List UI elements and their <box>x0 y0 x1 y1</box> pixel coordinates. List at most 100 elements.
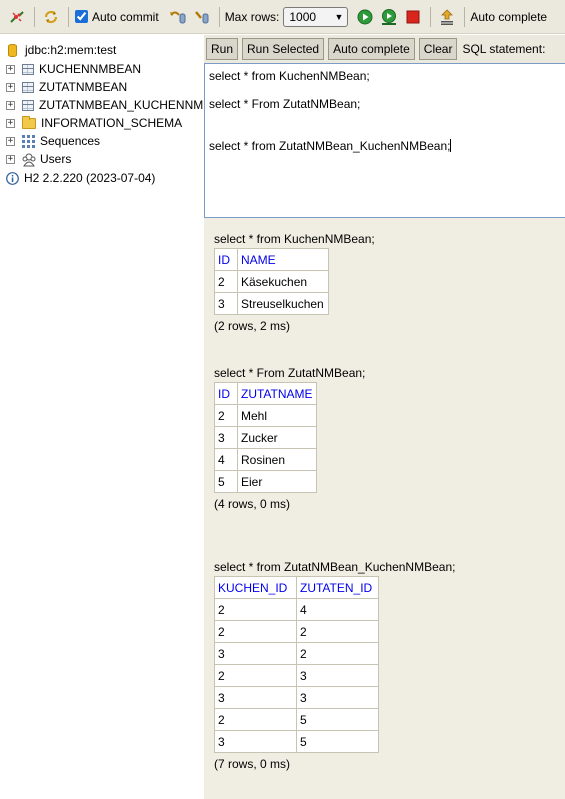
table-cell: Zucker <box>237 426 317 449</box>
table-cell: 5 <box>296 730 379 753</box>
info-icon <box>6 171 19 185</box>
table-header-row: ID ZUTATNAME <box>214 382 317 405</box>
column-header[interactable]: ID <box>214 382 238 405</box>
table-row: 3 Zucker <box>214 426 317 449</box>
table-cell: 2 <box>214 708 297 731</box>
run-selected-icon[interactable] <box>378 6 400 28</box>
column-header[interactable]: NAME <box>237 248 329 271</box>
table-row: 2 2 <box>214 620 379 643</box>
database-icon <box>8 43 17 57</box>
auto-complete-toolbar-label[interactable]: Auto complete <box>470 10 547 24</box>
table-cell: 5 <box>296 708 379 731</box>
table-cell: 3 <box>214 686 297 709</box>
column-header[interactable]: ZUTATEN_ID <box>296 576 379 599</box>
table-row: 3 3 <box>214 686 379 709</box>
column-header[interactable]: ID <box>214 248 238 271</box>
table-cell: 2 <box>214 664 297 687</box>
expand-icon[interactable]: + <box>6 136 15 146</box>
sql-line: select * from KuchenNMBean; <box>209 69 370 83</box>
users-icon <box>22 153 36 166</box>
toolbar-separator <box>218 6 220 27</box>
toolbar-separator <box>464 6 466 27</box>
table-cell: 3 <box>214 292 238 315</box>
table-row: 2 Käsekuchen <box>214 270 329 293</box>
table-cell: Streuselkuchen <box>237 292 329 315</box>
table-row: 2 4 <box>214 598 379 621</box>
connection-url: jdbc:h2:mem:test <box>25 43 117 57</box>
result-table: KUCHEN_ID ZUTATEN_ID 2 4 2 2 3 2 2 3 3 3 <box>214 576 379 753</box>
table-cell: 2 <box>296 620 379 643</box>
chevron-down-icon: ▼ <box>334 11 344 22</box>
folder-icon <box>22 115 36 129</box>
commit-icon[interactable] <box>191 6 213 28</box>
table-row: 2 5 <box>214 708 379 731</box>
table-cell: 3 <box>296 664 379 687</box>
max-rows-value: 1000 <box>289 9 317 24</box>
sql-line: select * From ZutatNMBean; <box>209 97 361 111</box>
rollback-icon[interactable] <box>167 6 189 28</box>
table-icon <box>22 99 34 111</box>
result-table: ID ZUTATNAME 2 Mehl 3 Zucker 4 Rosinen 5… <box>214 382 317 493</box>
disconnect-icon[interactable] <box>6 6 28 28</box>
auto-commit-input[interactable] <box>75 10 88 23</box>
table-row: 4 Rosinen <box>214 448 317 471</box>
auto-complete-button[interactable]: Auto complete <box>328 38 415 60</box>
expand-icon[interactable]: + <box>6 118 15 128</box>
result-query: select * From ZutatNMBean; <box>214 366 366 380</box>
expand-icon[interactable]: + <box>6 100 15 110</box>
table-cell: Käsekuchen <box>237 270 329 293</box>
column-header[interactable]: KUCHEN_ID <box>214 576 297 599</box>
run-selected-button[interactable]: Run Selected <box>242 38 325 60</box>
refresh-icon[interactable] <box>40 6 62 28</box>
tree-item-schema[interactable]: + INFORMATION_SCHEMA <box>0 114 182 132</box>
sql-blank-line <box>209 125 565 139</box>
table-row: 2 3 <box>214 664 379 687</box>
column-header[interactable]: ZUTATNAME <box>237 382 317 405</box>
users-label: Users <box>40 152 72 166</box>
table-icon <box>22 81 34 93</box>
run-button[interactable]: Run <box>206 38 239 60</box>
table-cell: 3 <box>296 686 379 709</box>
table-name: ZUTATNMBEAN <box>39 80 128 94</box>
tree-item-table[interactable]: + ZUTATNMBEAN_KUCHENNM <box>0 96 203 114</box>
result-footer: (7 rows, 0 ms) <box>214 757 291 771</box>
expand-icon[interactable]: + <box>6 154 15 164</box>
sequences-label: Sequences <box>40 134 101 148</box>
table-icon <box>22 63 34 75</box>
run-icon[interactable] <box>354 6 376 28</box>
toolbar: Auto commit Max rows: 1000 ▼ Auto comple… <box>0 0 565 34</box>
table-cell: 2 <box>214 620 297 643</box>
query-bar: Run Run Selected Auto complete Clear SQL… <box>204 35 565 63</box>
auto-commit-label: Auto commit <box>92 9 159 24</box>
table-cell: 4 <box>296 598 379 621</box>
tree-item-table[interactable]: + KUCHENNMBEAN <box>0 60 141 78</box>
table-cell: 4 <box>214 448 238 471</box>
toolbar-separator <box>68 6 69 27</box>
table-cell: 5 <box>214 470 238 493</box>
table-cell: 3 <box>214 642 297 665</box>
tree-connection[interactable]: jdbc:h2:mem:test <box>0 41 116 59</box>
history-icon[interactable] <box>436 6 458 28</box>
tree-item-table[interactable]: + ZUTATNMBEAN <box>0 78 127 96</box>
schema-name: INFORMATION_SCHEMA <box>41 116 183 130</box>
sql-blank-line <box>209 111 565 125</box>
version-label: H2 2.2.220 (2023-07-04) <box>24 171 156 185</box>
schema-tree: jdbc:h2:mem:test + KUCHENNMBEAN + ZUTATN… <box>0 35 204 799</box>
result-footer: (2 rows, 2 ms) <box>214 319 291 333</box>
auto-commit-checkbox[interactable]: Auto commit <box>74 10 163 24</box>
tree-item-users[interactable]: + Users <box>0 150 71 168</box>
tree-item-sequences[interactable]: + Sequences <box>0 132 100 150</box>
sql-line: select * from ZutatNMBean_KuchenNMBean; <box>209 139 451 153</box>
sql-editor[interactable]: select * from KuchenNMBean; select * Fro… <box>204 63 565 218</box>
stop-icon[interactable] <box>402 6 424 28</box>
table-cell: 2 <box>214 270 238 293</box>
result-query: select * from ZutatNMBean_KuchenNMBean; <box>214 560 456 574</box>
table-cell: Mehl <box>237 404 317 427</box>
expand-icon[interactable]: + <box>6 64 15 74</box>
table-cell: 2 <box>296 642 379 665</box>
table-header-row: KUCHEN_ID ZUTATEN_ID <box>214 576 379 599</box>
expand-icon[interactable]: + <box>6 82 15 92</box>
text-caret <box>450 139 452 152</box>
clear-button[interactable]: Clear <box>418 38 458 60</box>
max-rows-select[interactable]: 1000 ▼ <box>283 6 349 27</box>
